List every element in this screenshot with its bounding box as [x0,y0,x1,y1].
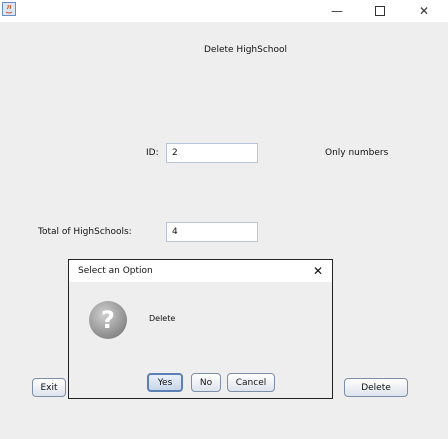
java-app-icon [2,2,16,16]
maximize-button[interactable] [358,0,402,22]
cancel-button[interactable]: Cancel [227,373,275,392]
confirm-dialog: Select an Option ✕ ? Delete Yes No Cance… [68,259,333,399]
total-field: 4 [166,222,258,242]
total-label: Total of HighSchools: [38,227,132,237]
delete-button[interactable]: Delete [344,378,408,397]
dialog-title: Select an Option [78,266,153,276]
id-field[interactable]: 2 [166,143,258,163]
no-button[interactable]: No [191,373,221,392]
question-icon: ? [89,301,127,339]
dialog-titlebar: Select an Option ✕ [69,260,332,282]
close-icon: ✕ [418,4,430,18]
dialog-close-icon[interactable]: ✕ [313,264,323,278]
close-window-button[interactable]: ✕ [402,0,446,22]
id-label: ID: [146,148,159,158]
window-titlebar: — ✕ [0,0,448,22]
maximize-icon [375,6,385,16]
exit-button[interactable]: Exit [32,378,66,397]
dialog-message: Delete [149,314,176,323]
dialog-body: ? Delete Yes No Cancel [69,282,332,398]
minimize-icon: — [331,4,343,18]
id-hint: Only numbers [325,148,389,158]
page-title: Delete HighSchool [204,45,287,55]
yes-button[interactable]: Yes [147,373,183,392]
minimize-button[interactable]: — [315,0,359,22]
